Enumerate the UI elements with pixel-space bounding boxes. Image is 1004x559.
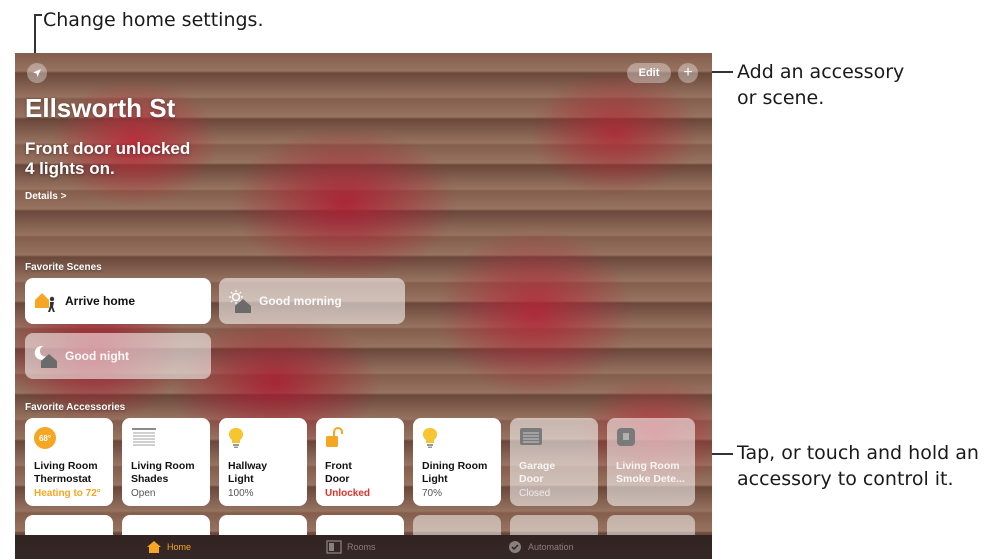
accessory-state: 70% [422, 488, 443, 499]
accessory-name: Garage Door [519, 460, 556, 485]
add-button[interactable]: + [678, 63, 698, 83]
accessory-state: Closed [519, 488, 551, 499]
tab-bar: Home Rooms Automation [15, 535, 712, 559]
tab-rooms[interactable]: Rooms [326, 535, 376, 559]
accessory-tile-partial[interactable] [607, 515, 695, 535]
shades-icon [131, 427, 156, 451]
accessory-state: Unlocked [325, 488, 371, 499]
accessory-living-room-thermostat[interactable]: 68° Living Room Thermostat Heating to 72… [25, 418, 113, 506]
accessory-front-door[interactable]: Front Door Unlocked [316, 418, 404, 506]
scene-arrive-home[interactable]: Arrive home [25, 278, 211, 324]
accessory-name: Living Room Smoke Dete... [616, 460, 685, 485]
tab-label: Rooms [347, 542, 376, 552]
accessory-tile-partial[interactable] [219, 515, 307, 535]
tab-label: Automation [528, 542, 574, 552]
callout-tick-settings [34, 14, 42, 16]
favorite-scenes-label: Favorite Scenes [25, 262, 102, 273]
accessory-tile-partial[interactable] [316, 515, 404, 535]
lock-open-icon [325, 427, 349, 451]
accessory-name: Living Room Thermostat [34, 460, 98, 485]
home-app-screen: Edit + Ellsworth St Front door unlocked … [15, 53, 712, 559]
smoke-detector-icon [616, 427, 640, 451]
arrive-home-icon [33, 288, 59, 314]
scene-label: Arrive home [65, 294, 136, 308]
edit-button[interactable]: Edit [627, 63, 671, 83]
rooms-icon [326, 540, 342, 554]
good-night-icon [33, 343, 59, 369]
accessory-tile-partial[interactable] [510, 515, 598, 535]
accessory-state: Open [131, 488, 156, 499]
accessory-dining-room-light[interactable]: Dining Room Light 70% [413, 418, 501, 506]
location-arrow-icon [33, 69, 41, 77]
accessory-tile-partial[interactable] [25, 515, 113, 535]
callout-add-accessory: Add an accessory or scene. [737, 59, 904, 111]
accessory-state: 100% [228, 488, 254, 499]
tab-automation[interactable]: Automation [507, 535, 574, 559]
callout-tap-accessory: Tap, or touch and hold an accessory to c… [737, 440, 979, 492]
home-settings-button[interactable] [27, 63, 47, 83]
details-link[interactable]: Details > [25, 191, 66, 202]
lightbulb-icon [228, 427, 252, 451]
good-morning-icon [227, 288, 253, 314]
accessory-hallway-light[interactable]: Hallway Light 100% [219, 418, 307, 506]
accessory-name: Living Room Shades [131, 460, 195, 485]
callout-add-line2: or scene. [737, 87, 825, 109]
callout-tap-line1: Tap, or touch and hold an [737, 442, 979, 464]
status-line-lights: 4 lights on. [25, 159, 115, 178]
tab-home[interactable]: Home [146, 535, 191, 559]
thermostat-badge: 68° [38, 433, 52, 443]
automation-icon [509, 541, 521, 553]
home-title: Ellsworth St [25, 93, 176, 123]
scene-label: Good morning [259, 294, 342, 308]
status-line-door: Front door unlocked [25, 139, 191, 158]
accessory-garage-door[interactable]: Garage Door Closed [510, 418, 598, 506]
thermostat-icon: 68° [34, 427, 56, 449]
accessory-living-room-shades[interactable]: Living Room Shades Open [122, 418, 210, 506]
scene-label: Good night [65, 349, 129, 363]
scene-good-morning[interactable]: Good morning [219, 278, 405, 324]
home-status: Front door unlocked 4 lights on. [25, 139, 190, 179]
garage-icon [519, 427, 543, 451]
callout-change-settings: Change home settings. [43, 9, 264, 31]
accessory-living-room-smoke-detector[interactable]: Living Room Smoke Dete... [607, 418, 695, 506]
accessory-state: Heating to 72° [34, 488, 101, 499]
accessory-tile-partial[interactable] [122, 515, 210, 535]
callout-line-settings [34, 14, 36, 58]
accessory-name: Front Door [325, 460, 352, 485]
accessory-tile-partial[interactable] [413, 515, 501, 535]
accessory-name: Hallway Light [228, 460, 268, 485]
accessory-name: Dining Room Light [422, 460, 488, 485]
scene-good-night[interactable]: Good night [25, 333, 211, 379]
tab-label: Home [167, 542, 192, 552]
callout-add-line1: Add an accessory [737, 61, 905, 83]
callout-tap-line2: accessory to control it. [737, 468, 954, 490]
home-icon [147, 541, 161, 553]
lightbulb-icon [422, 427, 446, 451]
favorite-accessories-label: Favorite Accessories [25, 402, 126, 413]
